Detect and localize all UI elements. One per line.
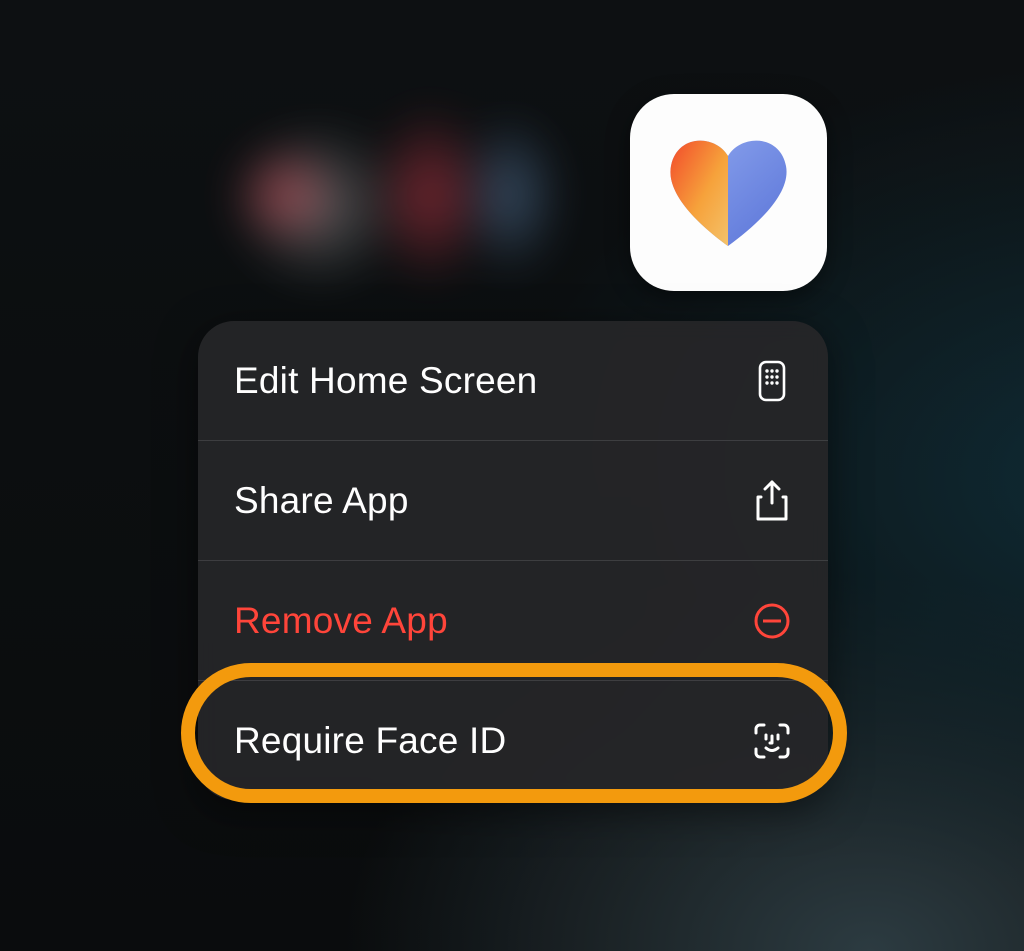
context-menu: Edit Home Screen Share App (198, 321, 828, 800)
apps-grid-icon (752, 361, 792, 401)
menu-item-label: Require Face ID (234, 720, 506, 762)
menu-item-label: Share App (234, 480, 409, 522)
menu-item-require-face-id[interactable]: Require Face ID (198, 681, 828, 800)
menu-item-edit-home-screen[interactable]: Edit Home Screen (198, 321, 828, 440)
menu-item-label: Edit Home Screen (234, 360, 537, 402)
face-id-icon (752, 721, 792, 761)
share-icon (752, 481, 792, 521)
menu-item-share-app[interactable]: Share App (198, 441, 828, 560)
blurred-apps-background (200, 105, 570, 285)
remove-icon (752, 601, 792, 641)
menu-item-remove-app[interactable]: Remove App (198, 561, 828, 680)
menu-item-label: Remove App (234, 600, 448, 642)
heart-icon (661, 130, 796, 255)
app-icon[interactable] (630, 94, 827, 291)
